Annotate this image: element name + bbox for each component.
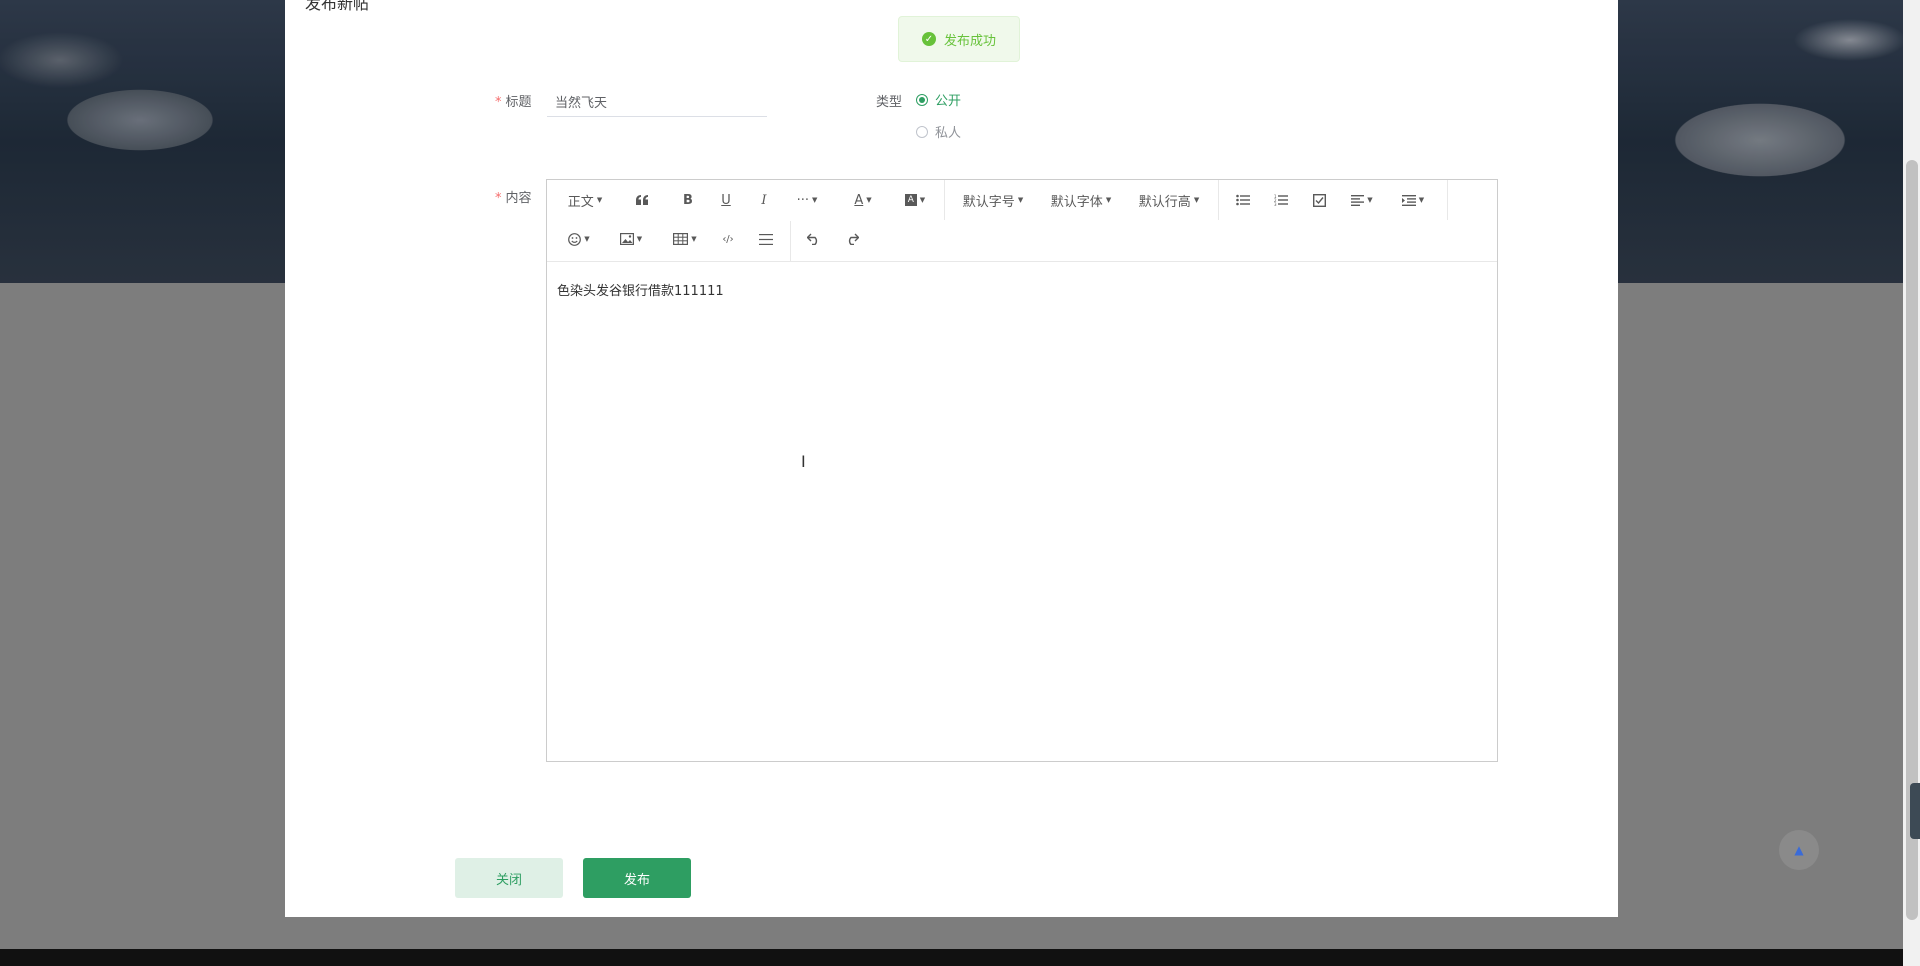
divider-line-icon[interactable]: [753, 226, 779, 252]
numbered-list-icon[interactable]: 123: [1268, 187, 1294, 213]
close-button[interactable]: 关闭: [455, 858, 563, 898]
toolbar-divider: [1447, 180, 1448, 220]
title-label: * 标题: [495, 95, 532, 110]
code-icon[interactable]: ‹/›: [715, 226, 741, 252]
back-to-top-icon[interactable]: ▲: [1779, 830, 1819, 870]
undo-icon[interactable]: [801, 226, 827, 252]
checkbox-list-icon[interactable]: [1306, 187, 1332, 213]
image-icon[interactable]: ▼: [613, 226, 649, 252]
align-icon[interactable]: ▼: [1344, 187, 1380, 213]
radio-dot: [916, 125, 928, 138]
toolbar-divider: [1218, 180, 1219, 220]
title-input[interactable]: [547, 87, 767, 117]
page-footer-strip: [0, 949, 1920, 966]
publish-post-dialog: 发布新帖 ✓ 发布成功 *标题 类型 公开 私人 *内容 正文▼ B U I ·…: [285, 0, 1618, 917]
required-marker: *: [495, 95, 502, 110]
success-toast: ✓ 发布成功: [898, 16, 1020, 62]
toast-message: 发布成功: [943, 33, 996, 49]
editor-toolbar: 正文 ▼ B U I ··· ▼ A ▼ A ▼ 默认字号 ▼ 默认字体 ▼ 默认行高 ▼ 1…: [547, 180, 1497, 262]
italic-icon[interactable]: I: [751, 187, 777, 213]
font-color-icon[interactable]: A ▼: [845, 187, 881, 213]
emoji-icon[interactable]: ▼: [561, 226, 597, 252]
font-family-dropdown[interactable]: 默认字体 ▼: [1043, 187, 1119, 213]
text-cursor-icon: I: [801, 452, 806, 471]
type-label: 类型: [876, 95, 903, 110]
side-tab-handle[interactable]: [1910, 783, 1920, 839]
table-icon[interactable]: ▼: [665, 226, 705, 252]
paragraph-dropdown[interactable]: 正文 ▼: [563, 187, 607, 213]
editor-paragraph: 色染头发谷银行借款111111: [557, 284, 724, 299]
svg-text:3: 3: [1274, 202, 1277, 206]
line-height-dropdown[interactable]: 默认行高 ▼: [1131, 187, 1207, 213]
toolbar-divider: [790, 221, 791, 261]
indent-icon[interactable]: ▼: [1395, 187, 1431, 213]
background-color-icon[interactable]: A ▼: [897, 187, 933, 213]
content-label: * 内容: [495, 191, 532, 206]
toolbar-divider: [944, 180, 945, 220]
rich-text-editor: 正文 ▼ B U I ··· ▼ A ▼ A ▼ 默认字号 ▼ 默认字体 ▼ 默认行高 ▼ 1…: [546, 179, 1498, 762]
bold-icon[interactable]: B: [675, 187, 701, 213]
quote-icon[interactable]: [629, 187, 655, 213]
check-circle-icon: ✓: [921, 32, 936, 46]
radio-dot: [916, 93, 928, 106]
underline-icon[interactable]: U: [713, 187, 739, 213]
bulleted-list-icon[interactable]: [1230, 187, 1256, 213]
publish-button[interactable]: 发布: [583, 858, 691, 898]
redo-icon[interactable]: [839, 226, 865, 252]
required-marker: *: [495, 191, 502, 206]
editor-content-area[interactable]: 色染头发谷银行借款111111: [547, 262, 1497, 762]
radio-public[interactable]: 公开: [916, 90, 961, 109]
more-styles-icon[interactable]: ··· ▼: [789, 187, 825, 213]
font-size-dropdown[interactable]: 默认字号 ▼: [955, 187, 1031, 213]
dialog-title: 发布新帖: [305, 0, 370, 13]
radio-private[interactable]: 私人: [916, 122, 961, 141]
